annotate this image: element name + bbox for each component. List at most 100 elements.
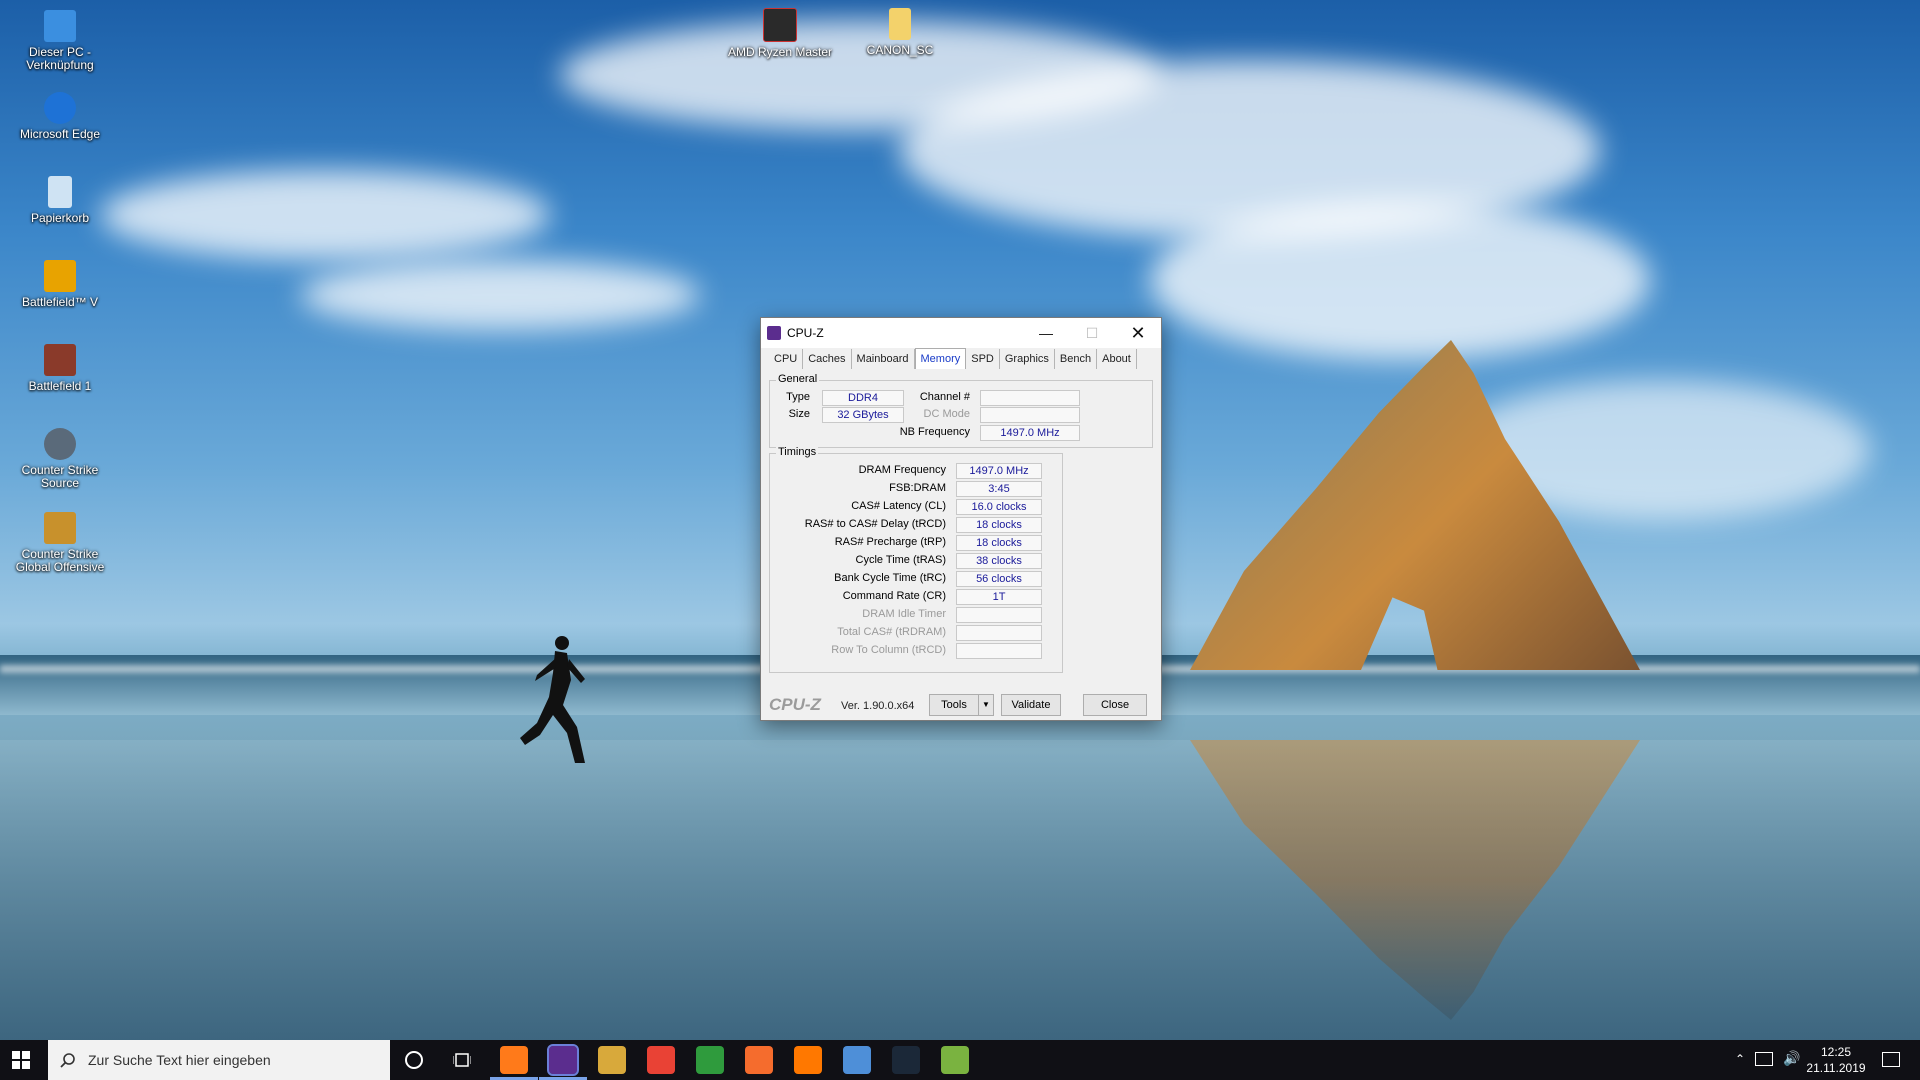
timing-value: 16.0 clocks [956, 499, 1042, 515]
search-placeholder: Zur Suche Text hier eingeben [88, 1052, 271, 1068]
ryzen-master-icon [763, 8, 797, 42]
close-window-button[interactable]: ✕ [1115, 318, 1161, 348]
clock[interactable]: 12:25 21.11.2019 [1806, 1044, 1866, 1076]
general-group-label: General [776, 373, 820, 385]
type-label: Type [786, 391, 810, 403]
nb-frequency-label: NB Frequency [899, 426, 970, 438]
timing-value [956, 607, 1042, 623]
tab-cpu[interactable]: CPU [769, 349, 804, 369]
channel-label: Channel # [919, 391, 970, 403]
desktop-icon-battlefield-v[interactable]: Battlefield™ V [5, 260, 115, 309]
desktop-icon-recycle-bin[interactable]: Papierkorb [5, 176, 115, 225]
battlefield-v-icon [44, 260, 76, 292]
windows-start-icon[interactable] [12, 1051, 30, 1069]
chrome-icon[interactable] [647, 1046, 675, 1074]
cpuz-logo: CPU-Z [769, 695, 821, 714]
channel-value [980, 390, 1080, 406]
size-label: Size [788, 408, 810, 420]
timing-label: Bank Cycle Time (tRC) [834, 572, 946, 584]
recycle-bin-icon [48, 176, 72, 208]
tab-mainboard[interactable]: Mainboard [852, 349, 915, 369]
origin-icon[interactable] [745, 1046, 773, 1074]
cs-source-icon [44, 428, 76, 460]
csgo-icon [44, 512, 76, 544]
app-icon[interactable] [598, 1046, 626, 1074]
validate-button[interactable]: Validate [1001, 694, 1061, 716]
taskbar-search-box[interactable]: Zur Suche Text hier eingeben [48, 1040, 390, 1080]
timing-value: 3:45 [956, 481, 1042, 497]
runner-silhouette [520, 636, 585, 763]
cpuz-icon[interactable] [547, 1044, 579, 1076]
general-group: General Type DDR4 Size 32 GBytes Channel… [769, 373, 1153, 448]
timing-label: FSB:DRAM [889, 482, 946, 494]
nb-frequency-value: 1497.0 MHz [980, 425, 1080, 441]
timing-value [956, 643, 1042, 659]
battlefield-1-icon [44, 344, 76, 376]
desktop-icon-csgo[interactable]: Counter Strike Global Offensive [5, 512, 115, 574]
desktop-icon-canon-sc[interactable]: CANON_SC [845, 8, 955, 57]
timing-label: Command Rate (CR) [842, 590, 946, 602]
title-bar[interactable]: CPU-Z — ☐ ✕ [761, 318, 1161, 348]
timing-label: RAS# to CAS# Delay (tRCD) [804, 518, 946, 530]
footer-bar: CPU-Z Ver. 1.90.0.x64 Tools ▼ Validate C… [761, 688, 1161, 718]
steam-icon[interactable] [892, 1046, 920, 1074]
tab-spd[interactable]: SPD [966, 349, 1000, 369]
tab-graphics[interactable]: Graphics [1000, 349, 1055, 369]
desktop-icon-edge[interactable]: Microsoft Edge [5, 92, 115, 141]
timing-value: 18 clocks [956, 517, 1042, 533]
size-value: 32 GBytes [822, 407, 904, 423]
cpuz-app-icon [767, 326, 781, 340]
timing-value: 1T [956, 589, 1042, 605]
desktop-icon-ryzen-master[interactable]: AMD Ryzen Master [725, 8, 835, 59]
tab-bar: CPU Caches Mainboard Memory SPD Graphics Bench… [769, 348, 1137, 370]
timing-label: DRAM Idle Timer [862, 608, 946, 620]
timing-label: Total CAS# (tRDRAM) [837, 626, 946, 638]
desktop-icon-cs-source[interactable]: Counter Strike Source [5, 428, 115, 490]
close-button[interactable]: Close [1083, 694, 1147, 716]
network-icon[interactable] [1755, 1052, 1773, 1066]
tab-about[interactable]: About [1097, 349, 1137, 369]
timing-label: Cycle Time (tRAS) [855, 554, 946, 566]
clock-date: 21.11.2019 [1806, 1061, 1866, 1075]
timings-group: Timings DRAM Frequency 1497.0 MHz FSB:DRAM… [769, 446, 1063, 673]
volume-icon[interactable]: 🔊 [1783, 1050, 1800, 1067]
timing-value: 38 clocks [956, 553, 1042, 569]
timings-group-label: Timings [776, 446, 819, 458]
minimize-button[interactable]: — [1023, 318, 1069, 348]
timing-value [956, 625, 1042, 641]
xbox-icon[interactable] [696, 1046, 724, 1074]
cpuz-window[interactable]: CPU-Z — ☐ ✕ CPU Caches Mainboard Memory SPD G… [760, 317, 1162, 721]
action-center-icon[interactable] [1882, 1052, 1900, 1067]
maximize-button[interactable]: ☐ [1069, 318, 1115, 348]
task-view-icon[interactable] [452, 1052, 472, 1068]
tab-bench[interactable]: Bench [1055, 349, 1098, 369]
timing-value: 56 clocks [956, 571, 1042, 587]
timing-value: 18 clocks [956, 535, 1042, 551]
gpu-icon[interactable] [941, 1046, 969, 1074]
timing-label: RAS# Precharge (tRP) [834, 536, 946, 548]
dc-mode-label: DC Mode [923, 408, 970, 420]
search-icon [60, 1053, 75, 1068]
avast-icon[interactable] [794, 1046, 822, 1074]
tab-caches[interactable]: Caches [803, 349, 852, 369]
version-label: Ver. 1.90.0.x64 [841, 700, 915, 712]
dc-mode-value [980, 407, 1080, 423]
timing-label: DRAM Frequency [858, 464, 946, 476]
tools-button[interactable]: Tools [929, 694, 979, 716]
this-pc-icon [44, 10, 76, 42]
show-hidden-icons-chevron[interactable]: ⌃ [1735, 1052, 1745, 1066]
folder-icon [889, 8, 911, 40]
desktop-icon-battlefield-1[interactable]: Battlefield 1 [5, 344, 115, 393]
tab-memory[interactable]: Memory [914, 348, 967, 369]
timing-label: Row To Column (tRCD) [831, 644, 946, 656]
taskbar: Zur Suche Text hier eingeben ⌃ 🔊 12:25 2… [0, 1040, 1920, 1080]
calendar-icon[interactable] [843, 1046, 871, 1074]
tools-dropdown-arrow[interactable]: ▼ [978, 694, 994, 716]
type-value: DDR4 [822, 390, 904, 406]
edge-icon [44, 92, 76, 124]
firefox-icon[interactable] [500, 1046, 528, 1074]
window-title: CPU-Z [787, 326, 824, 340]
cortana-icon[interactable] [405, 1051, 423, 1069]
timing-label: CAS# Latency (CL) [851, 500, 946, 512]
desktop-icon-this-pc[interactable]: Dieser PC - Verknüpfung [5, 10, 115, 72]
